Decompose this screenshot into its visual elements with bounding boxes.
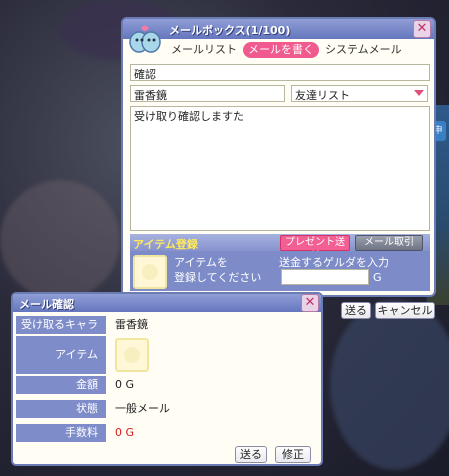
background-foliage: [330, 300, 449, 470]
item-hint-line2: 登録してください: [174, 271, 262, 284]
item-register-area: アイテムを 登録してください 送金するゲルダを入力 G: [130, 251, 430, 291]
zeny-unit: G: [373, 271, 382, 284]
confirm-row-recipient: 受け取るキャラ 雷香鏡: [16, 316, 321, 334]
row-value: 一般メール: [115, 402, 170, 415]
close-button[interactable]: ✕: [413, 20, 431, 38]
poring-mascot-icon: [129, 25, 161, 53]
row-value: [111, 336, 321, 374]
present-send-button[interactable]: プレゼント送付: [280, 235, 350, 262]
row-label: 受け取るキャラ: [16, 316, 106, 334]
confirm-send-button[interactable]: 送る: [235, 446, 267, 463]
edit-button[interactable]: 修正: [275, 446, 311, 463]
tab-system-mail[interactable]: システムメール: [323, 42, 404, 58]
mailbox-window: メールボックス(1/100) ✕ メールリスト メールを書く システムメール 確…: [121, 17, 436, 319]
item-section-label: アイテム登録: [133, 238, 198, 251]
item-slot: [115, 338, 149, 372]
chevron-down-icon: [414, 90, 424, 96]
tab-mail-list[interactable]: メールリスト: [169, 42, 239, 58]
mailbox-titlebar[interactable]: メールボックス(1/100) ✕: [123, 19, 434, 39]
confirm-row-amount: 金額 0 G: [16, 376, 321, 394]
mail-body-textarea[interactable]: 受け取り確認しますた: [130, 106, 430, 231]
row-value: 0 G: [115, 426, 135, 439]
friend-list-label: 友達リスト: [295, 89, 350, 102]
item-slot[interactable]: [133, 255, 167, 289]
send-button[interactable]: 送る: [341, 302, 371, 319]
zeny-input[interactable]: [281, 269, 369, 285]
zeny-input-label: 送金するゲルダを入力: [279, 256, 389, 269]
mail-trade-button[interactable]: メール取引: [355, 235, 423, 251]
row-label: 状態: [16, 400, 106, 418]
confirm-row-status: 状態 一般メール: [16, 400, 321, 418]
row-label: 金額: [16, 376, 106, 394]
row-label: アイテム: [16, 336, 106, 374]
confirm-row-fee: 手数料 0 G: [16, 424, 321, 442]
item-hint-line1: アイテムを: [174, 256, 228, 269]
close-icon[interactable]: ✕: [301, 294, 319, 312]
row-value: 雷香鏡: [115, 318, 148, 331]
cancel-button[interactable]: キャンセル: [375, 302, 435, 319]
row-label: 手数料: [16, 424, 106, 442]
subject-field[interactable]: 確認: [130, 64, 430, 81]
row-value: 0 G: [115, 378, 135, 391]
window-title: メールボックス(1/100): [169, 24, 291, 37]
confirm-row-item: アイテム: [16, 336, 321, 374]
friend-list-select[interactable]: 友達リスト: [291, 85, 428, 102]
confirm-titlebar[interactable]: メール確認 ✕: [13, 294, 321, 312]
mailbox-tabs: メールリスト メールを書く システムメール: [169, 42, 404, 58]
confirm-title: メール確認: [19, 298, 74, 311]
mail-confirm-window: メール確認 ✕ 受け取るキャラ 雷香鏡 アイテム 金額 0 G 状態 一般メール…: [11, 292, 323, 466]
tab-write-mail[interactable]: メールを書く: [243, 42, 319, 58]
recipient-field[interactable]: 雷香鏡: [130, 85, 285, 102]
background-foliage: [0, 180, 120, 300]
